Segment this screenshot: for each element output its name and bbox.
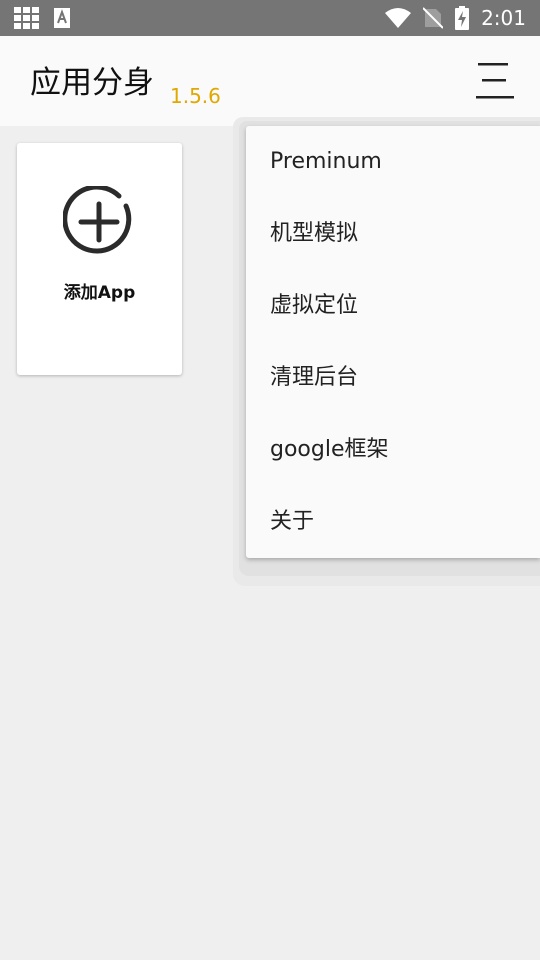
add-circle-icon <box>63 186 132 254</box>
menu-icon <box>476 63 514 99</box>
battery-charging-icon <box>455 6 470 30</box>
add-app-label: 添加App <box>63 283 136 303</box>
status-bar: 2:01 <box>0 0 540 36</box>
no-sim-icon <box>423 7 444 29</box>
menu-item-google-framework[interactable]: google框架 <box>246 414 540 486</box>
menu-item-about[interactable]: 关于 <box>246 486 540 558</box>
add-app-card[interactable]: 添加App <box>17 143 182 375</box>
keyboard-a-icon <box>54 8 70 28</box>
grid-icon <box>14 7 39 29</box>
page-title: 应用分身 <box>30 65 154 101</box>
overflow-menu: Preminum 机型模拟 虚拟定位 清理后台 google框架 关于 <box>246 126 540 558</box>
version-label: 1.5.6 <box>170 84 221 108</box>
wifi-icon <box>385 8 412 28</box>
app-bar: 应用分身 1.5.6 <box>0 36 540 126</box>
menu-button[interactable] <box>472 60 516 104</box>
menu-item-virtual-location[interactable]: 虚拟定位 <box>246 270 540 342</box>
menu-item-premium[interactable]: Preminum <box>246 126 540 198</box>
menu-item-device-emulate[interactable]: 机型模拟 <box>246 198 540 270</box>
menu-item-clear-background[interactable]: 清理后台 <box>246 342 540 414</box>
status-time: 2:01 <box>481 6 526 30</box>
